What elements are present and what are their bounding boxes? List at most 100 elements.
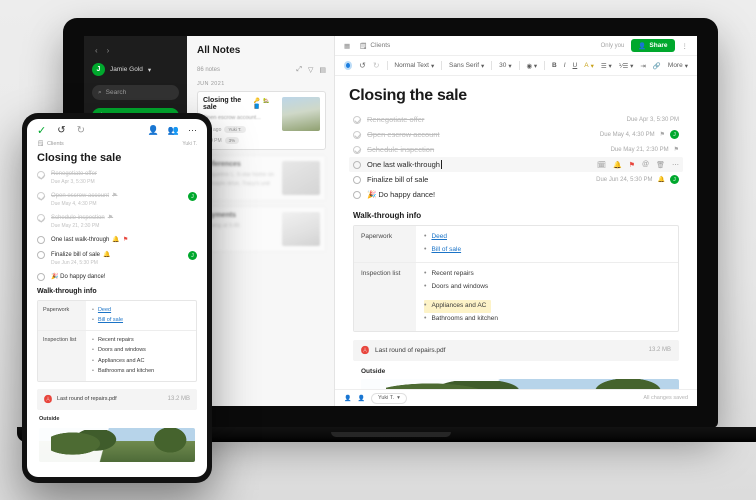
more-icon[interactable]: ⋯ (188, 125, 197, 136)
checkbox[interactable] (37, 273, 45, 281)
bell-icon[interactable]: 🔔 (112, 236, 119, 243)
kebab-menu-icon[interactable]: ⋮ (682, 42, 689, 50)
link[interactable]: Deed (98, 305, 111, 315)
checkbox[interactable] (353, 115, 361, 124)
trash-icon[interactable]: 🗑 (656, 161, 665, 169)
search-input[interactable]: ⌕ Search (92, 85, 179, 100)
document-title[interactable]: Closing the sale (37, 152, 197, 164)
link[interactable]: Bill of sale (98, 315, 123, 325)
flag-icon[interactable]: ⚑ (629, 161, 635, 169)
search-placeholder: Search (105, 89, 127, 96)
undo-icon[interactable]: ↺ (359, 61, 366, 70)
check-icon[interactable]: ✓ (37, 124, 46, 137)
flag-icon[interactable]: ⚑ (674, 146, 679, 153)
view-toggle-icon[interactable]: ▤ (319, 66, 326, 74)
list-item[interactable]: Closing the sale 🔑 🏡 📘 Open escrow accou… (197, 91, 326, 151)
task-row[interactable]: Finalize bill of sale Due Jun 24, 5:30 P… (349, 172, 683, 187)
flag-icon[interactable]: ⚑ (108, 214, 113, 221)
highlight-button[interactable]: A ▾ (584, 62, 594, 70)
mention-icon[interactable]: @ (642, 161, 649, 168)
numbered-list-icon[interactable]: ⅟☰ ▾ (619, 62, 634, 70)
share-button[interactable]: 👤 Share (631, 39, 675, 52)
expand-icon[interactable]: ⤢ (296, 66, 302, 74)
bold-button[interactable]: B (552, 62, 557, 69)
calendar-icon[interactable]: 🗓 (597, 161, 606, 169)
collaborator-avatar[interactable]: 👤 (357, 395, 364, 402)
list-item[interactable]: Payments Closing at 5:45 (197, 206, 326, 253)
underline-button[interactable]: U (573, 62, 578, 69)
checkbox[interactable] (353, 145, 361, 154)
list-item: Bill of sale (424, 244, 670, 257)
chevron-left-icon[interactable]: ‹ (95, 46, 98, 55)
task-row[interactable]: Renegotiate offer Due Apr 3, 5:30 PM (37, 171, 197, 185)
redo-icon[interactable]: ↻ (77, 125, 85, 136)
flag-icon[interactable]: ⚑ (112, 192, 117, 199)
task-row[interactable]: Open escrow account ⚑ Due May 4, 4:30 PM… (37, 192, 197, 207)
paragraph-style-dropdown[interactable]: Normal Text ▾ (394, 62, 434, 70)
italic-button[interactable]: I (564, 62, 566, 69)
editor-header: ▦ 🗒 Clients Only you 👤 Share ⋮ (335, 36, 697, 56)
avatar: J (92, 63, 105, 76)
table-row-header: Paperwork (354, 226, 416, 262)
list-item[interactable]: References Jacqueline L. 5-star home on … (197, 155, 326, 202)
sidebar-toggle-icon[interactable]: ▦ (344, 42, 350, 50)
tablet-content[interactable]: Closing the sale Renegotiate offer Due A… (27, 147, 207, 477)
task-row[interactable]: Renegotiate offer Due Apr 3, 5:30 PM (349, 112, 683, 127)
link[interactable]: Deed (431, 231, 447, 243)
redo-icon[interactable]: ↻ (373, 61, 380, 70)
task-row[interactable]: 🎉 Do happy dance! (37, 273, 197, 281)
flag-icon[interactable]: ⚑ (660, 131, 665, 138)
task-due: Due Jun 24, 5:30 PM (51, 260, 98, 266)
bell-icon[interactable]: 🔔 (613, 161, 622, 169)
document-title[interactable]: Closing the sale (349, 87, 683, 105)
assignee-avatar: J (670, 175, 679, 184)
account-switcher[interactable]: J Jamie Gold ▾ (92, 63, 179, 76)
current-user-pill[interactable]: Yuki T. ▾ (370, 392, 407, 404)
checkbox[interactable] (37, 236, 45, 244)
share-icon[interactable]: 👥 (168, 125, 179, 136)
bell-icon[interactable]: 🔔 (103, 251, 110, 258)
font-family-dropdown[interactable]: Sans Serif ▾ (449, 62, 484, 70)
more-button[interactable]: More ▾ (668, 62, 688, 70)
checkbox[interactable] (353, 160, 361, 169)
bell-icon[interactable]: 🔔 (658, 176, 665, 183)
task-row[interactable]: Schedule inspection ⚑ Due May 21, 2:30 P… (37, 214, 197, 229)
text-color-icon[interactable]: ◉ ▾ (526, 62, 537, 70)
record-icon[interactable] (344, 61, 353, 70)
checkbox[interactable] (353, 130, 361, 139)
link[interactable]: Bill of sale (431, 244, 461, 256)
checkbox[interactable] (37, 251, 45, 259)
task-row[interactable]: One last walk-through 🔔 ⚑ (37, 236, 197, 244)
filter-icon[interactable]: ▽ (308, 66, 313, 74)
checkbox[interactable] (353, 175, 361, 184)
link-icon[interactable]: 🔗 (653, 62, 661, 70)
checkbox[interactable] (37, 192, 45, 200)
more-icon[interactable]: ⋯ (672, 161, 679, 169)
house-photo (361, 378, 679, 389)
font-size-dropdown[interactable]: 30 ▾ (499, 62, 512, 70)
task-row-active[interactable]: One last walk-through 🗓 🔔 ⚑ @ 🗑 ⋯ (349, 157, 683, 172)
note-title: Closing the sale (203, 97, 242, 111)
flag-icon[interactable]: ⚑ (123, 236, 128, 243)
task-row[interactable]: Open escrow account Due May 4, 4:30 PM ⚑… (349, 127, 683, 142)
editor-content[interactable]: Closing the sale Renegotiate offer Due A… (335, 76, 697, 389)
checkbox[interactable] (37, 214, 45, 222)
collaborator-avatar[interactable]: 👤 (344, 395, 351, 402)
person-add-icon[interactable]: 👤 (148, 125, 159, 136)
bulleted-list-icon[interactable]: ☰ ▾ (601, 62, 612, 70)
task-label: Renegotiate offer (51, 171, 97, 177)
attachment-row[interactable]: 🅐 Last round of repairs.pdf 13.2 MB (37, 388, 197, 410)
undo-icon[interactable]: ↺ (57, 125, 65, 136)
checkbox[interactable] (353, 190, 361, 199)
chevron-right-icon[interactable]: › (107, 46, 110, 55)
checkbox[interactable] (37, 171, 45, 179)
task-row[interactable]: Finalize bill of sale 🔔 Due Jun 24, 5:30… (37, 251, 197, 266)
task-row[interactable]: 🎉 Do happy dance! (349, 187, 683, 202)
attachment-row[interactable]: 🅐 Last round of repairs.pdf 13.2 MB (353, 339, 679, 361)
notes-list-subheader: 86 notes ⤢ ▽ ▤ (197, 66, 326, 74)
indent-icon[interactable]: ⇥ (640, 62, 645, 70)
task-due: Due May 21, 2:30 PM (610, 146, 669, 153)
task-label: One last walk-through 🔔 ⚑ (51, 236, 129, 244)
breadcrumb[interactable]: 🗒 Clients (359, 42, 390, 50)
task-row[interactable]: Schedule inspection Due May 21, 2:30 PM … (349, 142, 683, 157)
